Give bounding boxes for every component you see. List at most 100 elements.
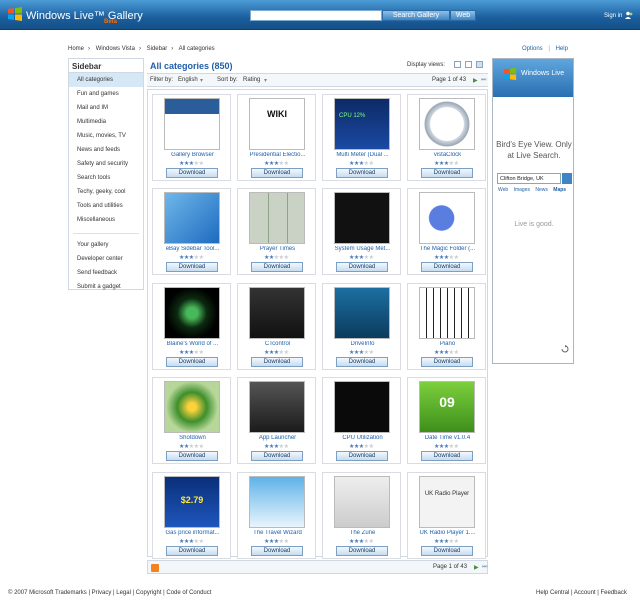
gadget-name-link[interactable]: Piano <box>408 341 487 347</box>
gadget-name-link[interactable]: eBay Sidebar Tool... <box>153 246 232 252</box>
rss-icon[interactable] <box>151 564 159 572</box>
gadget-card[interactable]: vistaClock ★★★★★ Download <box>407 94 486 181</box>
ad-link-images[interactable]: Images <box>514 187 530 193</box>
gadget-thumbnail[interactable]: UK Radio Player <box>419 476 475 528</box>
help-link[interactable]: Help <box>556 46 568 52</box>
gadget-name-link[interactable]: System Usage Met... <box>323 246 402 252</box>
gadget-name-link[interactable]: UK Radio Player 1.... <box>408 530 487 536</box>
gadget-name-link[interactable]: Date Time v1.0.4 <box>408 435 487 441</box>
gadget-name-link[interactable]: DriveInfo <box>323 341 402 347</box>
gadget-name-link[interactable]: Multi Meter (Dual ... <box>323 152 402 158</box>
ad-search-button[interactable] <box>562 173 572 184</box>
category-misc[interactable]: Miscellaneous <box>69 213 143 227</box>
gadget-card[interactable]: System Usage Met... ★★★★★ Download <box>322 188 401 275</box>
search-input[interactable] <box>250 10 382 21</box>
download-button[interactable]: Download <box>336 357 388 367</box>
footer-help-links[interactable]: Help Central | Account | Feedback <box>536 590 627 596</box>
sort-select[interactable]: Rating <box>243 77 260 83</box>
gadget-thumbnail[interactable] <box>164 287 220 339</box>
gadget-card[interactable]: CPU 12% Multi Meter (Dual ... ★★★★★ Downloa… <box>322 94 401 181</box>
gadget-card[interactable]: The Magic Folder (... ★★★★★ Download <box>407 188 486 275</box>
download-button[interactable]: Download <box>336 546 388 556</box>
download-button[interactable]: Download <box>166 262 218 272</box>
gadget-card[interactable]: eBay Sidebar Tool... ★★★★★ Download <box>152 188 231 275</box>
gadget-thumbnail[interactable] <box>164 381 220 433</box>
download-button[interactable]: Download <box>421 262 473 272</box>
gadget-card[interactable]: Gallery Browser ★★★★★ Download <box>152 94 231 181</box>
gadget-thumbnail[interactable] <box>334 287 390 339</box>
gadget-name-link[interactable]: Blaine's World of ... <box>153 341 232 347</box>
gadget-thumbnail[interactable] <box>249 381 305 433</box>
ad-link-maps[interactable]: Maps <box>553 187 566 193</box>
download-button[interactable]: Download <box>251 262 303 272</box>
gadget-name-link[interactable]: CTcontrol <box>238 341 317 347</box>
ad-link-web[interactable]: Web <box>498 187 508 193</box>
gadget-card[interactable]: Shotdown ★★★★★ Download <box>152 377 231 464</box>
download-button[interactable]: Download <box>336 168 388 178</box>
gadget-card[interactable]: UK Radio Player UK Radio Player 1.... ★★★★… <box>407 472 486 559</box>
gadget-card[interactable]: CTcontrol ★★★★★ Download <box>237 283 316 370</box>
options-link[interactable]: Options <box>522 46 543 52</box>
next-page-icon[interactable]: ▶ <box>473 77 478 84</box>
gadget-thumbnail[interactable] <box>419 287 475 339</box>
gadget-name-link[interactable]: The Travel Wizard <box>238 530 317 536</box>
gadget-card[interactable]: The Zune ★★★★★ Download <box>322 472 401 559</box>
gadget-thumbnail[interactable] <box>164 98 220 150</box>
gadget-name-link[interactable]: Presidential Electio... <box>238 152 317 158</box>
view-list-icon[interactable] <box>454 61 461 68</box>
download-button[interactable]: Download <box>336 451 388 461</box>
download-button[interactable]: Download <box>421 546 473 556</box>
view-grid-icon[interactable] <box>476 61 483 68</box>
gadget-card[interactable]: DriveInfo ★★★★★ Download <box>322 283 401 370</box>
gadget-name-link[interactable]: Prayer Times <box>238 246 317 252</box>
filter-language-select[interactable]: English <box>178 77 198 83</box>
gadget-thumbnail[interactable] <box>164 192 220 244</box>
gadget-name-link[interactable]: The Zune <box>323 530 402 536</box>
gadget-thumbnail[interactable] <box>419 192 475 244</box>
breadcrumb-windows-vista[interactable]: Windows Vista <box>96 46 135 52</box>
gadget-thumbnail[interactable] <box>249 192 305 244</box>
gadget-name-link[interactable]: Gallery Browser <box>153 152 232 158</box>
category-tools[interactable]: Tools and utilities <box>69 199 143 213</box>
gadget-name-link[interactable]: Shotdown <box>153 435 232 441</box>
chevron-down-icon[interactable]: ▾ <box>200 77 203 84</box>
gadget-name-link[interactable]: vistaClock <box>408 152 487 158</box>
gadget-name-link[interactable]: CPU Utilization <box>323 435 402 441</box>
category-techy[interactable]: Techy, geeky, cool <box>69 185 143 199</box>
category-music-movies[interactable]: Music, movies, TV <box>69 129 143 143</box>
category-safety[interactable]: Safety and security <box>69 157 143 171</box>
gadget-thumbnail[interactable]: WIKI <box>249 98 305 150</box>
gadget-card[interactable]: Prayer Times ★★★★★ Download <box>237 188 316 275</box>
gadget-card[interactable]: CPU Utilization ★★★★★ Download <box>322 377 401 464</box>
download-button[interactable]: Download <box>421 168 473 178</box>
gadget-thumbnail[interactable]: CPU 12% <box>334 98 390 150</box>
gadget-thumbnail[interactable]: 09 <box>419 381 475 433</box>
download-button[interactable]: Download <box>251 451 303 461</box>
link-developer-center[interactable]: Developer center <box>69 252 143 266</box>
download-button[interactable]: Download <box>166 546 218 556</box>
breadcrumb-home[interactable]: Home <box>68 46 84 52</box>
gadget-thumbnail[interactable] <box>334 381 390 433</box>
gadget-thumbnail[interactable]: $2.79 <box>164 476 220 528</box>
gadget-card[interactable]: WIKI Presidential Electio... ★★★★★ Download <box>237 94 316 181</box>
download-button[interactable]: Download <box>251 168 303 178</box>
link-your-gallery[interactable]: Your gallery <box>69 238 143 252</box>
category-multimedia[interactable]: Multimedia <box>69 115 143 129</box>
gadget-name-link[interactable]: The Magic Folder (... <box>408 246 487 252</box>
category-mail-im[interactable]: Mail and IM <box>69 101 143 115</box>
download-button[interactable]: Download <box>166 357 218 367</box>
download-button[interactable]: Download <box>251 357 303 367</box>
breadcrumb-sidebar[interactable]: Sidebar <box>147 46 168 52</box>
category-news-feeds[interactable]: News and feeds <box>69 143 143 157</box>
gadget-card[interactable]: $2.79 Gas price informat... ★★★★★ Download <box>152 472 231 559</box>
gadget-card[interactable]: The Travel Wizard ★★★★★ Download <box>237 472 316 559</box>
gadget-name-link[interactable]: App Launcher <box>238 435 317 441</box>
footer-legal-links[interactable]: © 2007 Microsoft Trademarks | Privacy | … <box>8 590 211 596</box>
last-page-icon[interactable]: ⏭ <box>482 564 487 571</box>
gadget-thumbnail[interactable] <box>249 476 305 528</box>
gadget-card[interactable]: 09 Date Time v1.0.4 ★★★★★ Download <box>407 377 486 464</box>
gadget-name-link[interactable]: Gas price informat... <box>153 530 232 536</box>
view-details-icon[interactable] <box>465 61 472 68</box>
gadget-thumbnail[interactable] <box>334 192 390 244</box>
last-page-icon[interactable]: ⏭ <box>481 77 486 84</box>
